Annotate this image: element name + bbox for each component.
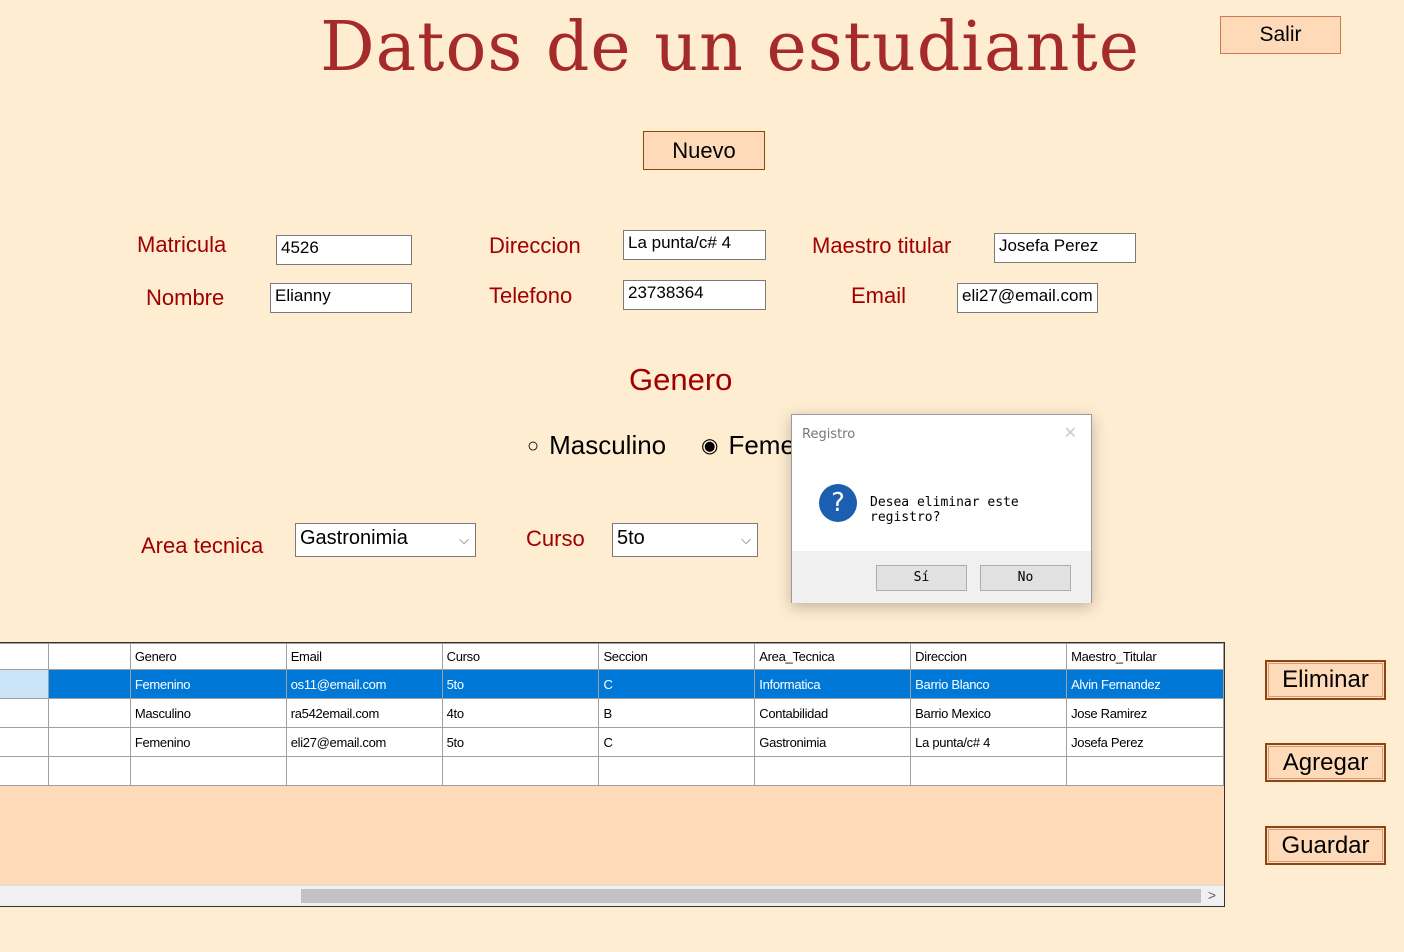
question-icon: ? xyxy=(819,484,857,522)
column-header[interactable]: Email xyxy=(285,643,443,670)
table-cell[interactable]: ra542email.com xyxy=(285,698,443,728)
column-header[interactable]: Area_Tecnica xyxy=(754,643,912,670)
row-header[interactable] xyxy=(0,727,49,757)
chevron-down-icon: ⌵ xyxy=(741,532,751,547)
agregar-button[interactable]: Agregar xyxy=(1265,743,1386,782)
nombre-input[interactable]: Elianny xyxy=(270,283,412,313)
table-cell[interactable]: Informatica xyxy=(754,669,912,699)
radio-checked-icon: ◉ xyxy=(701,435,719,457)
table-cell[interactable]: Femenino xyxy=(129,669,287,699)
yes-button[interactable]: Sí xyxy=(876,565,967,591)
curso-select-value: 5to xyxy=(617,527,645,549)
close-icon[interactable]: ✕ xyxy=(1064,423,1077,443)
femenino-radio[interactable]: ◉ Feme xyxy=(701,430,795,461)
table-cell[interactable] xyxy=(1066,756,1224,786)
area-select-value: Gastronimia xyxy=(300,527,408,549)
table-cell[interactable] xyxy=(47,669,131,699)
table-cell[interactable] xyxy=(47,727,131,757)
grid-table: Genero Email Curso Seccion Area_Tecnica Direc… xyxy=(0,643,1224,786)
table-cell[interactable] xyxy=(910,756,1068,786)
table-row[interactable] xyxy=(0,756,1224,786)
area-select[interactable]: Gastronimia ⌵ xyxy=(295,523,476,557)
chevron-down-icon: ⌵ xyxy=(459,532,469,547)
confirm-dialog: Registro ✕ ? Desea eliminar este registr… xyxy=(791,414,1092,603)
direccion-label: Direccion xyxy=(489,233,581,258)
table-cell[interactable]: Barrio Blanco xyxy=(910,669,1068,699)
email-label: Email xyxy=(851,283,907,308)
matricula-label: Matricula xyxy=(137,232,227,257)
horizontal-scrollbar[interactable]: > xyxy=(0,885,1224,906)
table-cell[interactable]: B xyxy=(598,698,756,728)
table-cell[interactable] xyxy=(285,756,443,786)
curso-label: Curso xyxy=(526,526,585,551)
table-cell[interactable]: Barrio Mexico xyxy=(910,698,1068,728)
table-cell[interactable]: Femenino xyxy=(129,727,287,757)
column-header[interactable]: Direccion xyxy=(910,643,1068,670)
genero-label: Genero xyxy=(629,362,733,397)
table-cell[interactable]: La punta/c# 4 xyxy=(910,727,1068,757)
column-header[interactable]: Seccion xyxy=(598,643,756,670)
table-cell[interactable]: Masculino xyxy=(129,698,287,728)
nombre-label: Nombre xyxy=(146,285,225,310)
telefono-input[interactable]: 23738364 xyxy=(623,280,766,310)
table-cell[interactable]: Jose Ramirez xyxy=(1066,698,1224,728)
table-cell[interactable]: 4to xyxy=(441,698,600,728)
table-row[interactable]: Femenino os11@email.com 5to C Informatica Bar… xyxy=(0,669,1224,699)
table-row[interactable]: Femenino eli27@email.com 5to C Gastronimia La… xyxy=(0,727,1224,757)
scrollbar-thumb[interactable] xyxy=(301,889,1201,903)
table-cell[interactable]: Gastronimia xyxy=(754,727,912,757)
dialog-message: Desea eliminar este registro? xyxy=(870,495,1019,525)
table-cell[interactable]: Josefa Perez xyxy=(1066,727,1224,757)
matricula-input[interactable]: 4526 xyxy=(276,235,412,265)
students-grid[interactable]: Genero Email Curso Seccion Area_Tecnica Direc… xyxy=(0,642,1225,907)
area-label: Area tecnica xyxy=(141,533,264,558)
masculino-label: Masculino xyxy=(549,430,667,460)
dialog-title: Registro xyxy=(802,427,856,442)
table-cell[interactable] xyxy=(441,756,600,786)
maestro-label: Maestro titular xyxy=(812,233,952,258)
table-cell[interactable]: C xyxy=(598,727,756,757)
table-cell[interactable]: C xyxy=(598,669,756,699)
row-header-corner[interactable] xyxy=(0,643,49,670)
row-header[interactable] xyxy=(0,756,49,786)
table-cell[interactable]: 5to xyxy=(441,669,600,699)
telefono-label: Telefono xyxy=(489,283,573,308)
maestro-input[interactable]: Josefa Perez xyxy=(994,233,1136,263)
column-header[interactable]: Curso xyxy=(441,643,600,670)
masculino-radio[interactable]: ○ Masculino xyxy=(527,430,666,461)
eliminar-button[interactable]: Eliminar xyxy=(1265,660,1386,700)
column-header[interactable] xyxy=(47,643,131,670)
radio-unchecked-icon: ○ xyxy=(527,435,540,457)
curso-select[interactable]: 5to ⌵ xyxy=(612,523,758,557)
row-header[interactable] xyxy=(0,669,49,699)
femenino-label: Feme xyxy=(728,430,795,460)
table-cell[interactable]: Alvin Fernandez xyxy=(1066,669,1224,699)
column-header[interactable]: Genero xyxy=(129,643,287,670)
table-cell[interactable] xyxy=(598,756,756,786)
table-cell[interactable]: Contabilidad xyxy=(754,698,912,728)
scroll-right-icon[interactable]: > xyxy=(1208,887,1216,903)
column-header[interactable]: Maestro_Titular xyxy=(1066,643,1224,670)
table-cell[interactable]: eli27@email.com xyxy=(285,727,443,757)
salir-button[interactable]: Salir xyxy=(1220,16,1341,54)
guardar-button[interactable]: Guardar xyxy=(1265,826,1386,865)
email-input[interactable]: eli27@email.com xyxy=(957,283,1098,313)
table-cell[interactable]: os11@email.com xyxy=(285,669,443,699)
nuevo-button[interactable]: Nuevo xyxy=(643,131,765,170)
row-header[interactable] xyxy=(0,698,49,728)
page-title: Datos de un estudiante xyxy=(320,8,1140,87)
direccion-input[interactable]: La punta/c# 4 xyxy=(623,230,766,260)
table-cell[interactable] xyxy=(754,756,912,786)
table-row[interactable]: Masculino ra542email.com 4to B Contabilidad B… xyxy=(0,698,1224,728)
table-cell[interactable]: 5to xyxy=(441,727,600,757)
table-cell[interactable] xyxy=(129,756,287,786)
table-cell[interactable] xyxy=(47,698,131,728)
table-cell[interactable] xyxy=(47,756,131,786)
no-button[interactable]: No xyxy=(980,565,1071,591)
